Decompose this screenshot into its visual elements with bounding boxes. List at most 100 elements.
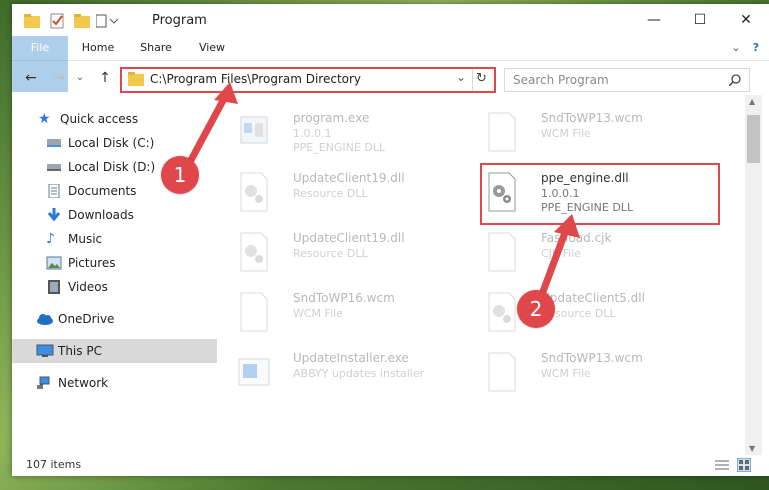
file-item[interactable]: UpdateClient19.dll Resource DLL [227,225,457,281]
address-bar[interactable]: C:\Program Files\Program Directory ⌄ ↻ [120,67,496,93]
network-icon [36,376,52,390]
file-detail: PPE_ENGINE DLL [293,141,386,154]
recent-locations-button[interactable]: ⌄ [74,69,86,87]
documents-icon [46,183,62,199]
quick-access-toolbar [24,12,120,30]
sidebar-item-label: Videos [68,280,108,294]
file-name: SndToWP13.wcm [541,351,643,365]
file-name: SndToWP13.wcm [541,111,643,125]
status-bar: 107 items [12,455,769,476]
sidebar-item-local-disk-c[interactable]: Local Disk (C:) [12,131,241,155]
address-row: ← → ⌄ ↑ C:\Program Files\Program Directo… [12,61,769,95]
file-name: UpdateClient5.dll [541,291,645,305]
chevron-down-icon[interactable]: ⌄ [456,70,466,84]
explorer-window: Program — ☐ ✕ File Home Share View ⌄ ? ←… [12,4,769,476]
file-detail: ABBYY updates installer [293,367,425,380]
sidebar-item-documents[interactable]: Documents 📌 [12,179,241,203]
file-item[interactable]: SndToWP13.wcm WCM File [475,345,705,401]
drive-icon [46,160,62,174]
tab-view[interactable]: View [190,36,234,60]
dll-gear-icon [240,172,268,212]
maximize-icon: ☐ [693,12,707,28]
dll-gear-icon [240,232,268,272]
vertical-scrollbar[interactable]: ▲ ▼ [745,95,762,455]
file-item[interactable]: UpdateClient19.dll Resource DLL [227,165,457,221]
sidebar-item-label: Documents [68,184,137,198]
file-item[interactable]: Fastload.cjk CJK File [475,225,705,281]
file-item[interactable]: SndToWP16.wcm WCM File [227,285,457,341]
sidebar-item-downloads[interactable]: Downloads 📌 [12,203,241,227]
file-detail: 1.0.0.1 [293,127,332,140]
file-item[interactable]: UpdateClient5.dll Resource DLL [475,285,705,341]
sidebar-item-label: Music [68,232,103,246]
file-detail: CJK File [541,247,582,260]
chevron-down-icon: ⌄ [75,72,85,83]
close-button[interactable]: ✕ [723,4,769,36]
help-button[interactable]: ? [746,36,766,60]
file-item[interactable]: UpdateInstaller.exe ABBYY updates instal… [227,345,457,401]
file-icon [240,292,268,332]
large-icons-view-icon[interactable] [737,458,751,472]
sidebar-item-quick-access[interactable]: ★ Quick access [12,107,233,131]
installer-icon [238,358,270,386]
search-icon [729,74,741,86]
ribbon-tabs: File Home Share View ⌄ ? [12,36,769,92]
sidebar-item-this-pc[interactable]: This PC [12,339,231,363]
sidebar-item-label: Local Disk (C:) [68,136,155,150]
up-arrow-icon: ↑ [99,70,111,86]
scroll-down-icon[interactable]: ▼ [749,444,755,453]
tab-home[interactable]: Home [74,36,122,60]
properties-icon[interactable] [50,13,66,29]
customize-toolbar-icon[interactable] [96,14,120,28]
file-detail: Resource DLL [293,247,368,260]
search-placeholder: Search Program [513,73,609,87]
sidebar-item-label: Local Disk (D:) [68,160,156,174]
highlight-box [480,163,720,225]
maximize-button[interactable]: ☐ [677,4,723,36]
sidebar-item-videos[interactable]: Videos 📌 [12,275,241,299]
address-path: C:\Program Files\Program Directory [150,72,362,86]
window-title: Program [152,13,207,28]
new-folder-icon[interactable] [74,14,90,28]
sidebar-item-label: Downloads [68,208,134,222]
chevron-down-icon: ⌄ [731,41,741,54]
scroll-up-icon[interactable]: ▲ [749,97,755,106]
file-name: UpdateInstaller.exe [293,351,409,365]
sidebar-item-local-disk-d[interactable]: Local Disk (D:) 📌 [12,155,241,179]
dll-gear-icon [488,292,516,332]
step-2-badge: 2 [517,290,555,328]
minimize-button[interactable]: — [631,4,677,36]
folder-icon [24,14,40,28]
help-icon: ? [752,41,760,54]
file-name: program.exe [293,111,370,125]
search-input[interactable]: Search Program [504,68,750,92]
file-item[interactable]: program.exe 1.0.0.1 PPE_ENGINE DLL [227,105,457,161]
sidebar-item-network[interactable]: Network [12,371,231,395]
sidebar-item-music[interactable]: ♪ Music 📌 [12,227,241,251]
back-button[interactable]: ← [22,69,40,87]
drive-icon [46,136,62,150]
back-arrow-icon: ← [25,70,37,86]
scrollbar-thumb[interactable] [747,115,760,163]
forward-arrow-icon: → [53,70,65,86]
forward-button[interactable]: → [50,69,68,87]
expand-ribbon-button[interactable]: ⌄ [726,36,746,60]
cloud-icon [36,312,53,326]
file-detail: WCM File [541,367,591,380]
sidebar-item-label: Network [58,376,109,390]
refresh-icon[interactable]: ↻ [476,71,487,86]
up-button[interactable]: ↑ [96,69,114,87]
file-item[interactable]: SndToWP13.wcm WCM File [475,105,705,161]
file-icon [488,112,516,152]
sidebar-item-onedrive[interactable]: OneDrive [12,307,231,331]
close-icon: ✕ [740,12,752,28]
star-icon: ★ [38,111,51,127]
file-icon [488,232,516,272]
download-icon [46,208,62,222]
details-view-icon[interactable] [715,459,729,471]
file-name: Fastload.cjk [541,231,612,245]
sidebar-item-label: Quick access [60,112,139,126]
sidebar-item-pictures[interactable]: Pictures 📌 [12,251,241,275]
tab-share[interactable]: Share [132,36,180,60]
computer-icon [36,344,54,358]
